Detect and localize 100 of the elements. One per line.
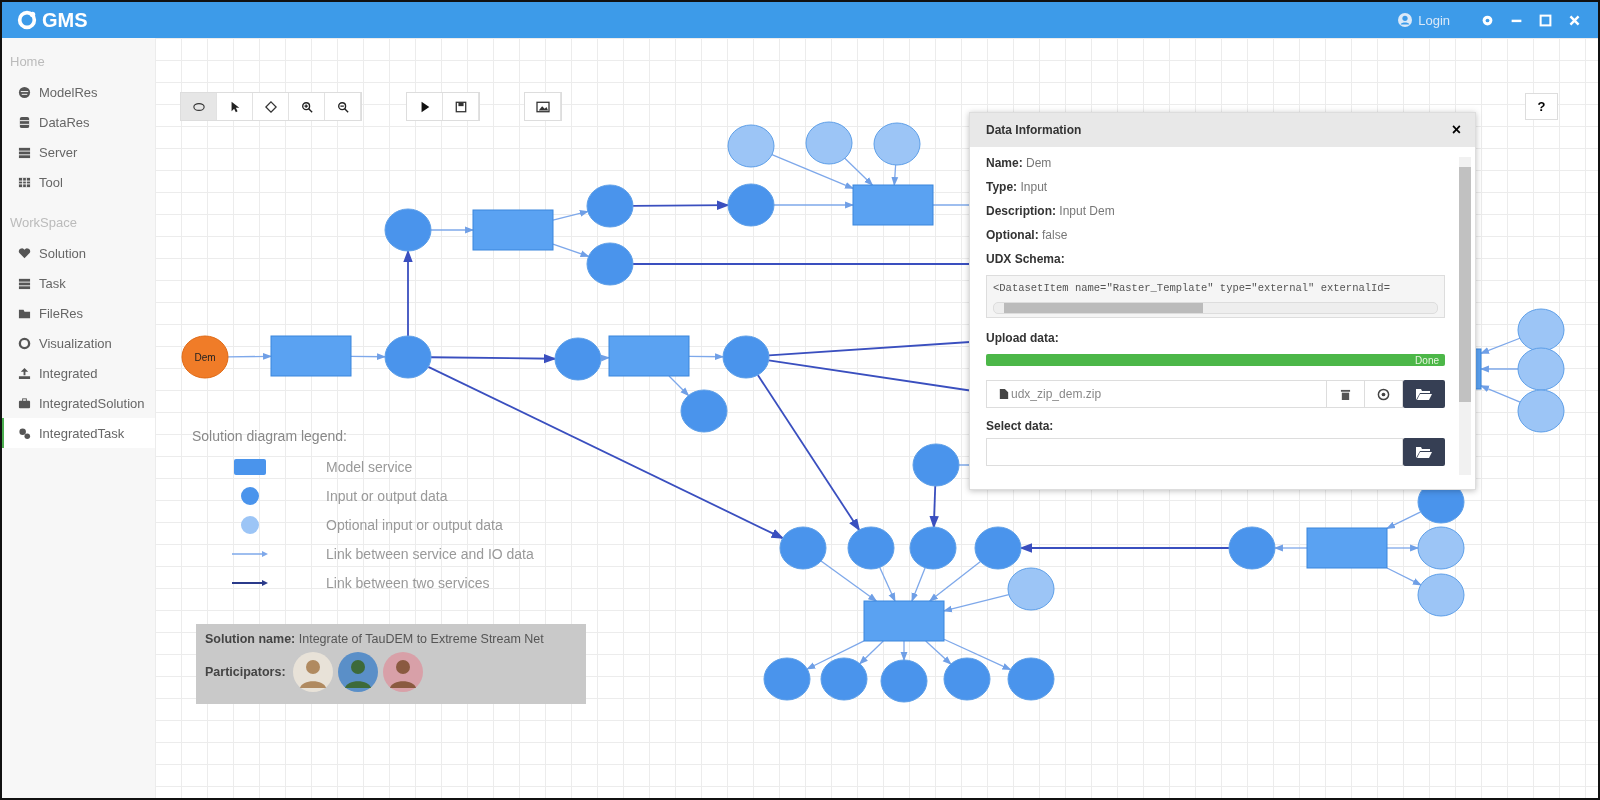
- data-node[interactable]: [1007, 657, 1055, 701]
- vertical-scrollbar[interactable]: [1459, 157, 1471, 475]
- data-node[interactable]: [974, 526, 1022, 570]
- close-button[interactable]: ×: [1447, 121, 1465, 139]
- open-folder-button[interactable]: [1403, 438, 1445, 466]
- data-node[interactable]: [847, 526, 895, 570]
- sidebar-item[interactable]: IntegratedTask: [2, 418, 155, 448]
- data-link-arrow: [668, 375, 690, 397]
- data-node[interactable]: [779, 526, 827, 570]
- service-node[interactable]: [863, 600, 945, 642]
- sidebar-item[interactable]: Visualization: [2, 328, 155, 358]
- file-field[interactable]: udx_zip_dem.zip: [986, 380, 1327, 408]
- avatar[interactable]: [337, 652, 378, 692]
- data-link-arrow: [227, 353, 273, 360]
- view-button[interactable]: [1365, 380, 1403, 408]
- data-node[interactable]: [722, 335, 770, 379]
- optional-data-node[interactable]: [727, 124, 775, 168]
- data-node[interactable]: [181, 335, 229, 379]
- horizontal-scrollbar[interactable]: [993, 302, 1438, 314]
- sidebar-item[interactable]: Task: [2, 268, 155, 298]
- data-node[interactable]: [384, 208, 432, 252]
- user-icon: [1398, 13, 1413, 27]
- optional-data-node[interactable]: [1007, 567, 1055, 611]
- file-icon: [999, 388, 1009, 400]
- data-link-arrow: [552, 243, 590, 258]
- sidebar-item[interactable]: Tool: [2, 167, 155, 197]
- database-icon: [18, 115, 31, 129]
- section-heading: Home: [9, 53, 46, 71]
- sidebar-item[interactable]: Solution: [2, 238, 155, 268]
- sidebar-item[interactable]: ModelRes: [2, 77, 155, 107]
- data-link-arrow: [1479, 337, 1521, 355]
- data-node[interactable]: [763, 657, 811, 701]
- sidebar-item[interactable]: IntegratedSolution: [2, 388, 155, 418]
- data-node[interactable]: [880, 659, 928, 703]
- data-node[interactable]: [680, 389, 728, 433]
- data-link-arrow: [1386, 567, 1422, 586]
- sidebar-item[interactable]: DataRes: [2, 107, 155, 137]
- delete-button[interactable]: [1327, 380, 1365, 408]
- data-link-arrow: [552, 210, 589, 221]
- data-link-arrow: [900, 640, 908, 662]
- maximize-icon: [1539, 13, 1552, 27]
- legend-label: Link between two services: [326, 574, 490, 591]
- avatar[interactable]: [292, 652, 333, 692]
- grid-icon: [18, 175, 31, 189]
- service-node[interactable]: [852, 184, 934, 226]
- data-node[interactable]: [909, 526, 957, 570]
- select-data-field[interactable]: [986, 438, 1403, 466]
- data-node[interactable]: [586, 184, 634, 228]
- help-button[interactable]: ?: [1525, 93, 1558, 120]
- avatar[interactable]: [382, 652, 423, 692]
- folder-icon: [1415, 445, 1433, 459]
- close-icon: [1568, 13, 1581, 27]
- briefcase-icon: [18, 396, 31, 410]
- data-link-arrow: [600, 354, 611, 362]
- optional-data-node[interactable]: [873, 122, 921, 166]
- open-folder-button[interactable]: [1403, 380, 1445, 408]
- data-link-arrow: [350, 353, 387, 361]
- optional-data-node[interactable]: [1517, 347, 1565, 391]
- list-icon: [18, 145, 31, 159]
- folder-icon: [1415, 387, 1433, 401]
- field-text: Type: Input: [986, 179, 1049, 196]
- data-node[interactable]: [586, 242, 634, 286]
- sidebar-item[interactable]: FileRes: [2, 298, 155, 328]
- legend-label: Optional input or output data: [326, 516, 503, 533]
- data-node[interactable]: [820, 657, 868, 701]
- zoom-in-icon: [300, 100, 313, 113]
- service-link-arrow: [929, 485, 939, 529]
- optional-data-node[interactable]: [1517, 389, 1565, 433]
- sidebar-item[interactable]: Integrated: [2, 358, 155, 388]
- node-label: Dem: [194, 352, 216, 363]
- arrow-icon: [230, 578, 270, 587]
- optional-data-node[interactable]: [1417, 573, 1465, 617]
- service-node[interactable]: [1306, 527, 1388, 569]
- data-node[interactable]: [1228, 526, 1276, 570]
- circle-icon: [18, 336, 31, 350]
- data-node[interactable]: [384, 335, 432, 379]
- data-node[interactable]: [943, 657, 991, 701]
- save-icon: [454, 100, 467, 113]
- data-link-arrow: [1273, 544, 1308, 552]
- optional-data-node[interactable]: [1417, 526, 1465, 570]
- data-link-arrow: [430, 226, 475, 234]
- service-node[interactable]: [472, 209, 554, 251]
- schema-heading: UDX Schema:: [986, 251, 1066, 268]
- select-heading: Select data:: [986, 418, 1055, 435]
- service-node[interactable]: [608, 335, 690, 377]
- service-node[interactable]: [270, 335, 352, 377]
- app-logo: GMS: [42, 8, 88, 32]
- image-icon: [535, 100, 550, 113]
- settings-icon: [1481, 13, 1494, 27]
- data-link-arrow: [1386, 544, 1420, 552]
- data-node[interactable]: [912, 443, 960, 487]
- data-node[interactable]: [554, 337, 602, 381]
- progress-fill: Done: [986, 354, 1445, 366]
- field-text: Name: Dem: [986, 155, 1053, 172]
- data-node[interactable]: [727, 183, 775, 227]
- optional-data-node[interactable]: [1517, 308, 1565, 352]
- dialog-title: Data Information: [986, 123, 1082, 137]
- sidebar-item[interactable]: Server: [2, 137, 155, 167]
- optional-data-node[interactable]: [805, 121, 853, 165]
- data-link-arrow: [911, 567, 926, 603]
